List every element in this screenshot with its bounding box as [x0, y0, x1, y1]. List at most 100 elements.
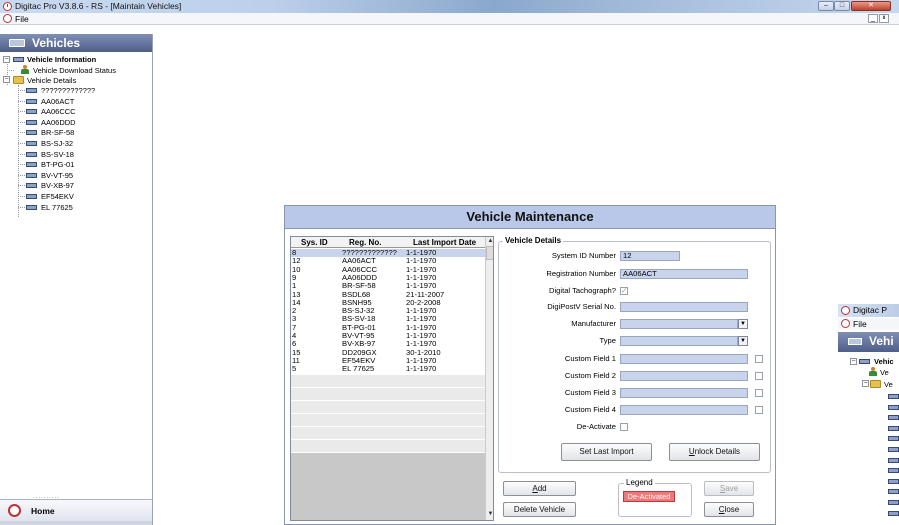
digital-tacho-label: Digital Tachograph?: [549, 286, 616, 295]
tree-item-vehicle-information[interactable]: Vehicle Information: [27, 55, 96, 64]
tree-item-vehicle[interactable]: AA06CCC: [41, 107, 76, 116]
system-id-field[interactable]: 12: [620, 251, 680, 261]
cell-reg-no: EL 77625: [342, 364, 375, 374]
tree-item-vehicle[interactable]: BV-XB-97: [41, 181, 74, 190]
manufacturer-select[interactable]: [620, 319, 738, 329]
legend-group: Legend De-Activated: [618, 478, 692, 517]
close-window-button[interactable]: ✕: [851, 1, 891, 11]
tree-item-vehicle[interactable]: BS-SV-18: [41, 150, 74, 159]
table-row[interactable]: 15 DD209GX 30-1-2010: [291, 348, 485, 357]
secondary-menu-file[interactable]: File: [853, 319, 867, 329]
save-button[interactable]: Save: [704, 481, 754, 496]
scrollbar-thumb[interactable]: [486, 246, 493, 260]
mdi-restore-button[interactable]: ᴕ: [879, 14, 889, 23]
tree-collapse-icon[interactable]: −: [3, 76, 10, 83]
secondary-nav-header-title: Vehi: [869, 334, 894, 348]
scroll-up-icon[interactable]: ▲: [487, 238, 493, 245]
tree-item-vehicle-details[interactable]: Vehicle Details: [27, 76, 76, 85]
chevron-down-icon[interactable]: ▼: [738, 336, 748, 346]
close-button[interactable]: Close: [704, 502, 754, 517]
tree-item-vehicle[interactable]: EL 77625: [41, 203, 73, 212]
tree-item-vehicle[interactable]: AA06ACT: [41, 97, 74, 106]
vehicle-grid[interactable]: Sys. ID Reg. No. Last Import Date 8?????…: [290, 236, 494, 521]
table-row[interactable]: 7 BT-PG-01 1-1-1970: [291, 323, 485, 332]
vehicle-icon: [859, 359, 870, 364]
table-row[interactable]: 13 BSDL68 21-11-2007: [291, 290, 485, 299]
table-row[interactable]: 12 AA06ACT 1-1-1970: [291, 256, 485, 265]
registration-field[interactable]: AA06ACT: [620, 269, 748, 279]
secondary-tree-item[interactable]: Ve: [880, 368, 889, 377]
window-title-bar: Digitac Pro V3.8.6 - RS - [Maintain Vehi…: [0, 0, 899, 13]
nav-header-title: Vehicles: [32, 36, 81, 50]
tree-collapse-icon[interactable]: −: [850, 358, 857, 365]
type-select[interactable]: [620, 336, 738, 346]
tree-item-vehicle[interactable]: BV-VT-95: [41, 171, 73, 180]
custom-field-1-input[interactable]: [620, 354, 748, 364]
tree-collapse-icon[interactable]: −: [3, 56, 10, 63]
tree-item-vehicle[interactable]: BT-PG-01: [41, 160, 74, 169]
set-last-import-button[interactable]: Set Last Import: [561, 443, 652, 461]
column-header-sys-id[interactable]: Sys. ID: [301, 238, 328, 247]
minimize-button[interactable]: –: [818, 1, 834, 11]
tree-collapse-icon[interactable]: −: [862, 380, 869, 387]
tree-item-vehicle[interactable]: AA06DDD: [41, 118, 76, 127]
secondary-tree-item[interactable]: Ve: [884, 380, 893, 389]
table-row[interactable]: 3 BS-SV-18 1-1-1970: [291, 315, 485, 324]
vehicle-icon: [9, 39, 25, 47]
table-row[interactable]: 5 EL 77625 1-1-1970: [291, 364, 485, 374]
table-row[interactable]: 10 AA06CCC 1-1-1970: [291, 265, 485, 274]
column-header-reg-no[interactable]: Reg. No.: [349, 238, 381, 247]
add-button[interactable]: Add: [503, 481, 576, 496]
secondary-title: Digitac P: [853, 305, 888, 315]
grid-scrollbar[interactable]: ▲ ▼: [485, 237, 493, 520]
mdi-minimize-button[interactable]: _: [868, 14, 878, 23]
custom-field-3-checkbox[interactable]: [755, 389, 763, 397]
cell-sys-id: 5: [292, 364, 297, 374]
custom-field-1-label: Custom Field 1: [564, 354, 616, 363]
home-label: Home: [31, 506, 55, 516]
digital-tacho-checkbox[interactable]: [620, 286, 628, 295]
person-icon: [868, 367, 878, 376]
table-row[interactable]: 4 BV-VT-95 1-1-1970: [291, 331, 485, 340]
nav-header: Vehicles: [0, 34, 152, 52]
maximize-button[interactable]: □: [834, 1, 850, 11]
chevron-down-icon[interactable]: ▼: [738, 319, 748, 329]
table-row[interactable]: 9 AA06DDD 1-1-1970: [291, 273, 485, 282]
table-row[interactable]: 11 EF54EKV 1-1-1970: [291, 356, 485, 365]
delete-vehicle-button[interactable]: Delete Vehicle: [503, 502, 576, 517]
vehicle-icon: [888, 404, 899, 410]
unlock-details-button[interactable]: Unlock Details: [669, 443, 760, 461]
tree-item-vehicle[interactable]: BR-SF-58: [41, 128, 74, 137]
tree-item-download-status[interactable]: Vehicle Download Status: [33, 66, 116, 75]
tree-item-vehicle[interactable]: EF54EKV: [41, 192, 74, 201]
legend-title: Legend: [624, 478, 655, 487]
close-label: lose: [724, 505, 740, 514]
column-header-last-import[interactable]: Last Import Date: [413, 238, 476, 247]
window-title: Digitac Pro V3.8.6 - RS - [Maintain Vehi…: [15, 1, 182, 11]
digipostv-field[interactable]: [620, 302, 748, 312]
home-button[interactable]: Home: [0, 499, 152, 521]
vehicle-icon: [26, 204, 37, 210]
app-clock-icon[interactable]: [3, 2, 12, 11]
app-clock-icon: [841, 306, 850, 315]
menu-file[interactable]: File: [15, 14, 29, 24]
digipostv-label: DigiPostV Serial No.: [547, 302, 616, 311]
table-row[interactable]: 1 BR-SF-58 1-1-1970: [291, 281, 485, 290]
table-row[interactable]: 6 BV-XB-97 1-1-1970: [291, 339, 485, 348]
folder-icon: [13, 76, 24, 84]
secondary-tree-root[interactable]: Vehic: [874, 357, 894, 366]
custom-field-3-input[interactable]: [620, 388, 748, 398]
custom-field-4-input[interactable]: [620, 405, 748, 415]
tree-item-vehicle[interactable]: BS-SJ-32: [41, 139, 73, 148]
table-row[interactable]: 8????????????? 1-1-1970: [291, 248, 485, 258]
table-row[interactable]: 14 BSNH95 20-2-2008: [291, 298, 485, 307]
tree-item-vehicle[interactable]: ?????????????: [41, 86, 95, 95]
custom-field-2-checkbox[interactable]: [755, 372, 763, 380]
person-icon: [20, 65, 30, 74]
scroll-down-icon[interactable]: ▼: [487, 511, 493, 518]
custom-field-2-input[interactable]: [620, 371, 748, 381]
custom-field-1-checkbox[interactable]: [755, 355, 763, 363]
table-row[interactable]: 2 BS-SJ-32 1-1-1970: [291, 306, 485, 315]
deactivate-checkbox[interactable]: [620, 423, 628, 431]
custom-field-4-checkbox[interactable]: [755, 406, 763, 414]
